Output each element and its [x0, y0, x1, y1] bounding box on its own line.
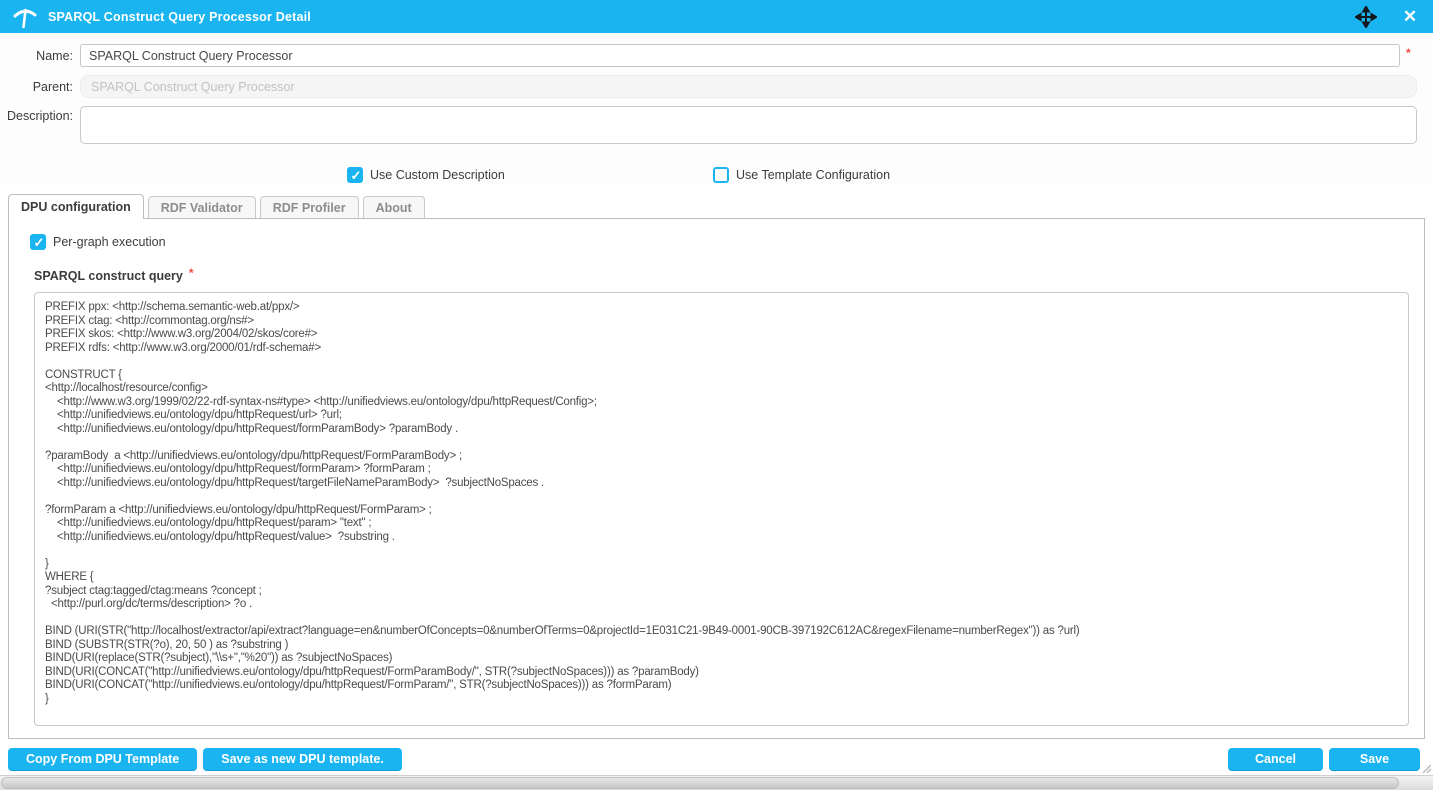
close-icon[interactable]: ✕ [1399, 6, 1421, 28]
sparql-query-label: SPARQL construct query [34, 269, 183, 283]
cancel-button[interactable]: Cancel [1228, 748, 1323, 771]
parent-label: Parent: [0, 80, 80, 94]
footer-actions: Copy From DPU Template Save as new DPU t… [8, 748, 1420, 771]
tab-dpu-configuration[interactable]: DPU configuration [8, 194, 144, 219]
per-graph-execution-checkbox[interactable]: Per-graph execution [30, 234, 1407, 250]
tab-bar: DPU configuration RDF Validator RDF Prof… [8, 193, 1425, 218]
checkbox-checked-icon[interactable] [30, 234, 46, 250]
description-label: Description: [0, 106, 80, 123]
dpu-configuration-panel: Per-graph execution SPARQL construct que… [8, 218, 1425, 739]
use-template-configuration-label: Use Template Configuration [736, 168, 890, 182]
use-template-configuration-checkbox[interactable]: Use Template Configuration [713, 166, 890, 184]
dialog-title: SPARQL Construct Query Processor Detail [48, 10, 311, 24]
dialog-titlebar: SPARQL Construct Query Processor Detail … [0, 0, 1433, 33]
tab-rdf-validator[interactable]: RDF Validator [148, 196, 256, 218]
use-custom-description-label: Use Custom Description [370, 168, 505, 182]
move-icon[interactable] [1355, 6, 1377, 28]
description-input[interactable] [80, 106, 1417, 144]
copy-from-dpu-template-button[interactable]: Copy From DPU Template [8, 748, 197, 771]
dialog-body: Name: * Parent: Description: Use Custom … [0, 33, 1433, 184]
resize-handle-icon[interactable] [1421, 763, 1431, 773]
save-button[interactable]: Save [1329, 748, 1420, 771]
checkbox-unchecked-icon[interactable] [713, 167, 729, 183]
parent-row: Parent: [0, 75, 1433, 98]
tab-rdf-profiler[interactable]: RDF Profiler [260, 196, 359, 218]
parent-input [80, 75, 1417, 98]
name-required-marker: * [1406, 46, 1411, 60]
name-row: Name: * [0, 44, 1433, 67]
description-row: Description: [0, 106, 1433, 144]
save-as-new-dpu-template-button[interactable]: Save as new DPU template. [203, 748, 402, 771]
sparql-query-editor[interactable]: PREFIX ppx: <http://schema.semantic-web.… [34, 292, 1409, 726]
name-label: Name: [0, 49, 80, 63]
query-required-marker: * [189, 266, 194, 280]
query-label-row: SPARQL construct query * [34, 269, 1407, 283]
tab-about[interactable]: About [363, 196, 425, 218]
pickaxe-icon [12, 5, 38, 29]
horizontal-scrollbar[interactable] [0, 775, 1433, 790]
horizontal-scrollbar-thumb[interactable] [1, 777, 1399, 789]
use-custom-description-checkbox[interactable]: Use Custom Description [347, 166, 713, 184]
per-graph-execution-label: Per-graph execution [53, 235, 166, 249]
name-input[interactable] [80, 44, 1400, 67]
options-row: Use Custom Description Use Template Conf… [0, 166, 1433, 184]
checkbox-checked-icon[interactable] [347, 167, 363, 183]
